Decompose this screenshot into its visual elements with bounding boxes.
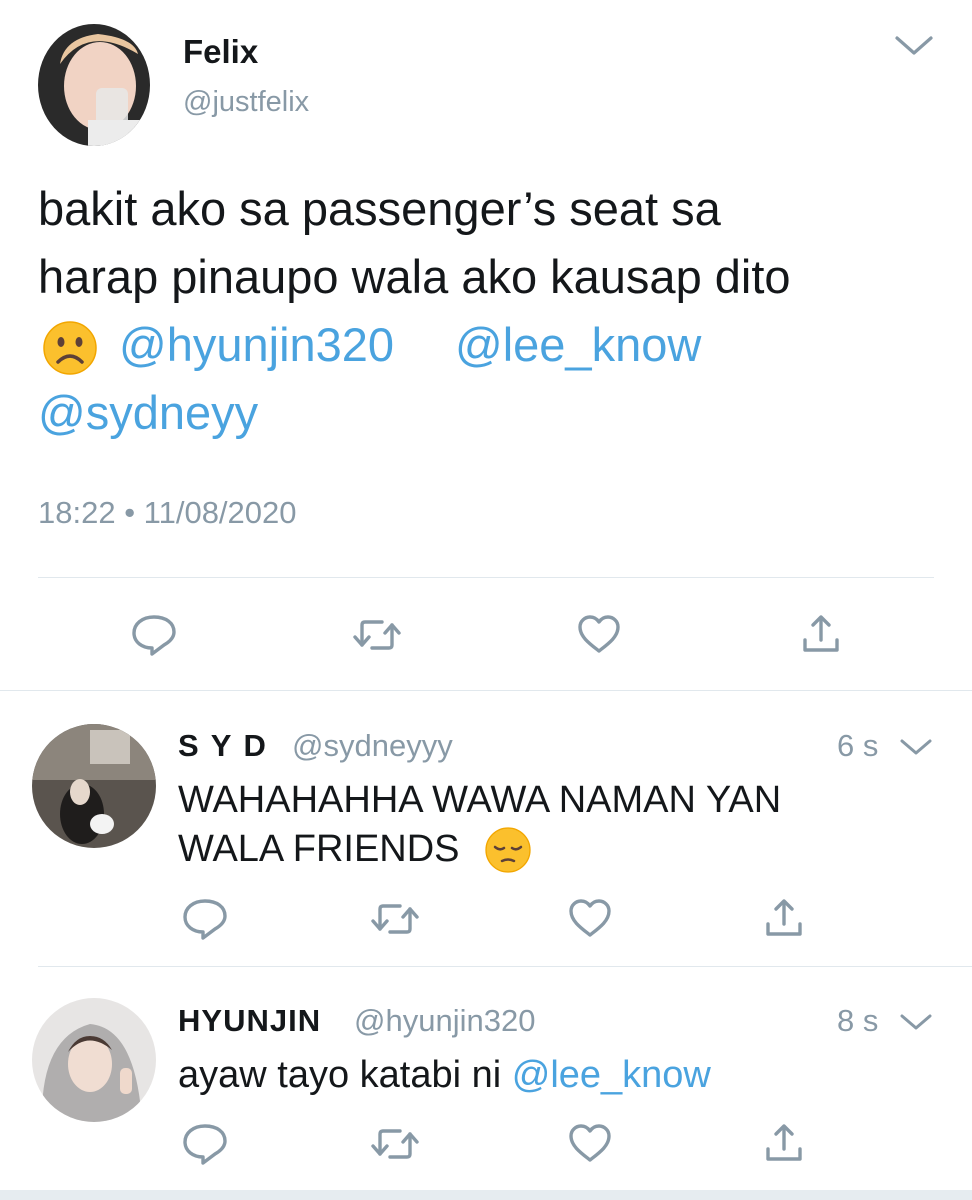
reply-icon[interactable] — [130, 613, 178, 657]
divider — [38, 966, 972, 967]
like-icon[interactable] — [567, 897, 613, 939]
chevron-down-icon[interactable] — [898, 737, 934, 757]
avatar-hyunjin[interactable] — [32, 998, 156, 1122]
retweet-icon[interactable] — [352, 615, 402, 655]
mention-hyunjin320[interactable]: @hyunjin320 — [119, 316, 394, 374]
divider — [0, 690, 972, 691]
timeline-bottom-band — [0, 1190, 972, 1200]
reply-icon[interactable] — [181, 897, 229, 941]
retweet-icon[interactable] — [370, 899, 420, 939]
chevron-down-icon[interactable] — [893, 34, 935, 58]
tweet-text-line-2: harap pinaupo wala ako kausap dito — [38, 250, 791, 303]
mention-lee-know[interactable]: @lee_know — [455, 316, 701, 374]
share-icon[interactable] — [764, 1121, 804, 1165]
frowning-face-emoji — [42, 320, 98, 376]
share-icon[interactable] — [801, 612, 841, 656]
author-display-name[interactable]: Felix — [183, 32, 258, 72]
retweet-icon[interactable] — [370, 1124, 420, 1164]
reply-author-handle[interactable]: @sydneyyy — [292, 727, 453, 765]
avatar-felix[interactable] — [38, 24, 150, 146]
share-icon[interactable] — [764, 896, 804, 940]
mention-lee-know[interactable]: @lee_know — [512, 1054, 711, 1096]
reply-text-line-2: WALA FRIENDS — [178, 828, 460, 870]
avatar-syd[interactable] — [32, 724, 156, 848]
divider — [38, 577, 934, 578]
like-icon[interactable] — [567, 1122, 613, 1164]
reply-author-name[interactable]: HYUNJIN — [178, 1002, 321, 1040]
chevron-down-icon[interactable] — [898, 1012, 934, 1032]
mention-sydneyy[interactable]: @sydneyy — [38, 384, 258, 442]
reply-author-handle[interactable]: @hyunjin320 — [354, 1002, 535, 1040]
reply-text-line-1: WAHAHAHHA WAWA NAMAN YAN — [178, 779, 782, 821]
reply-time[interactable]: 6 s — [837, 727, 878, 765]
reply-time[interactable]: 8 s — [837, 1002, 878, 1040]
like-icon[interactable] — [576, 613, 622, 655]
tweet-timestamp[interactable]: 18:22 • 11/08/2020 — [38, 494, 297, 532]
reply-text-body: ayaw tayo katabi ni — [178, 1054, 512, 1096]
author-handle[interactable]: @justfelix — [183, 84, 309, 120]
reply-author-name[interactable]: S Y D — [178, 727, 268, 765]
tweet-text-line-1: bakit ako sa passenger’s seat sa — [38, 182, 721, 235]
reply-icon[interactable] — [181, 1122, 229, 1166]
pensive-face-emoji — [484, 826, 532, 874]
reply-text: ayaw tayo katabi ni @lee_know — [178, 1052, 711, 1098]
